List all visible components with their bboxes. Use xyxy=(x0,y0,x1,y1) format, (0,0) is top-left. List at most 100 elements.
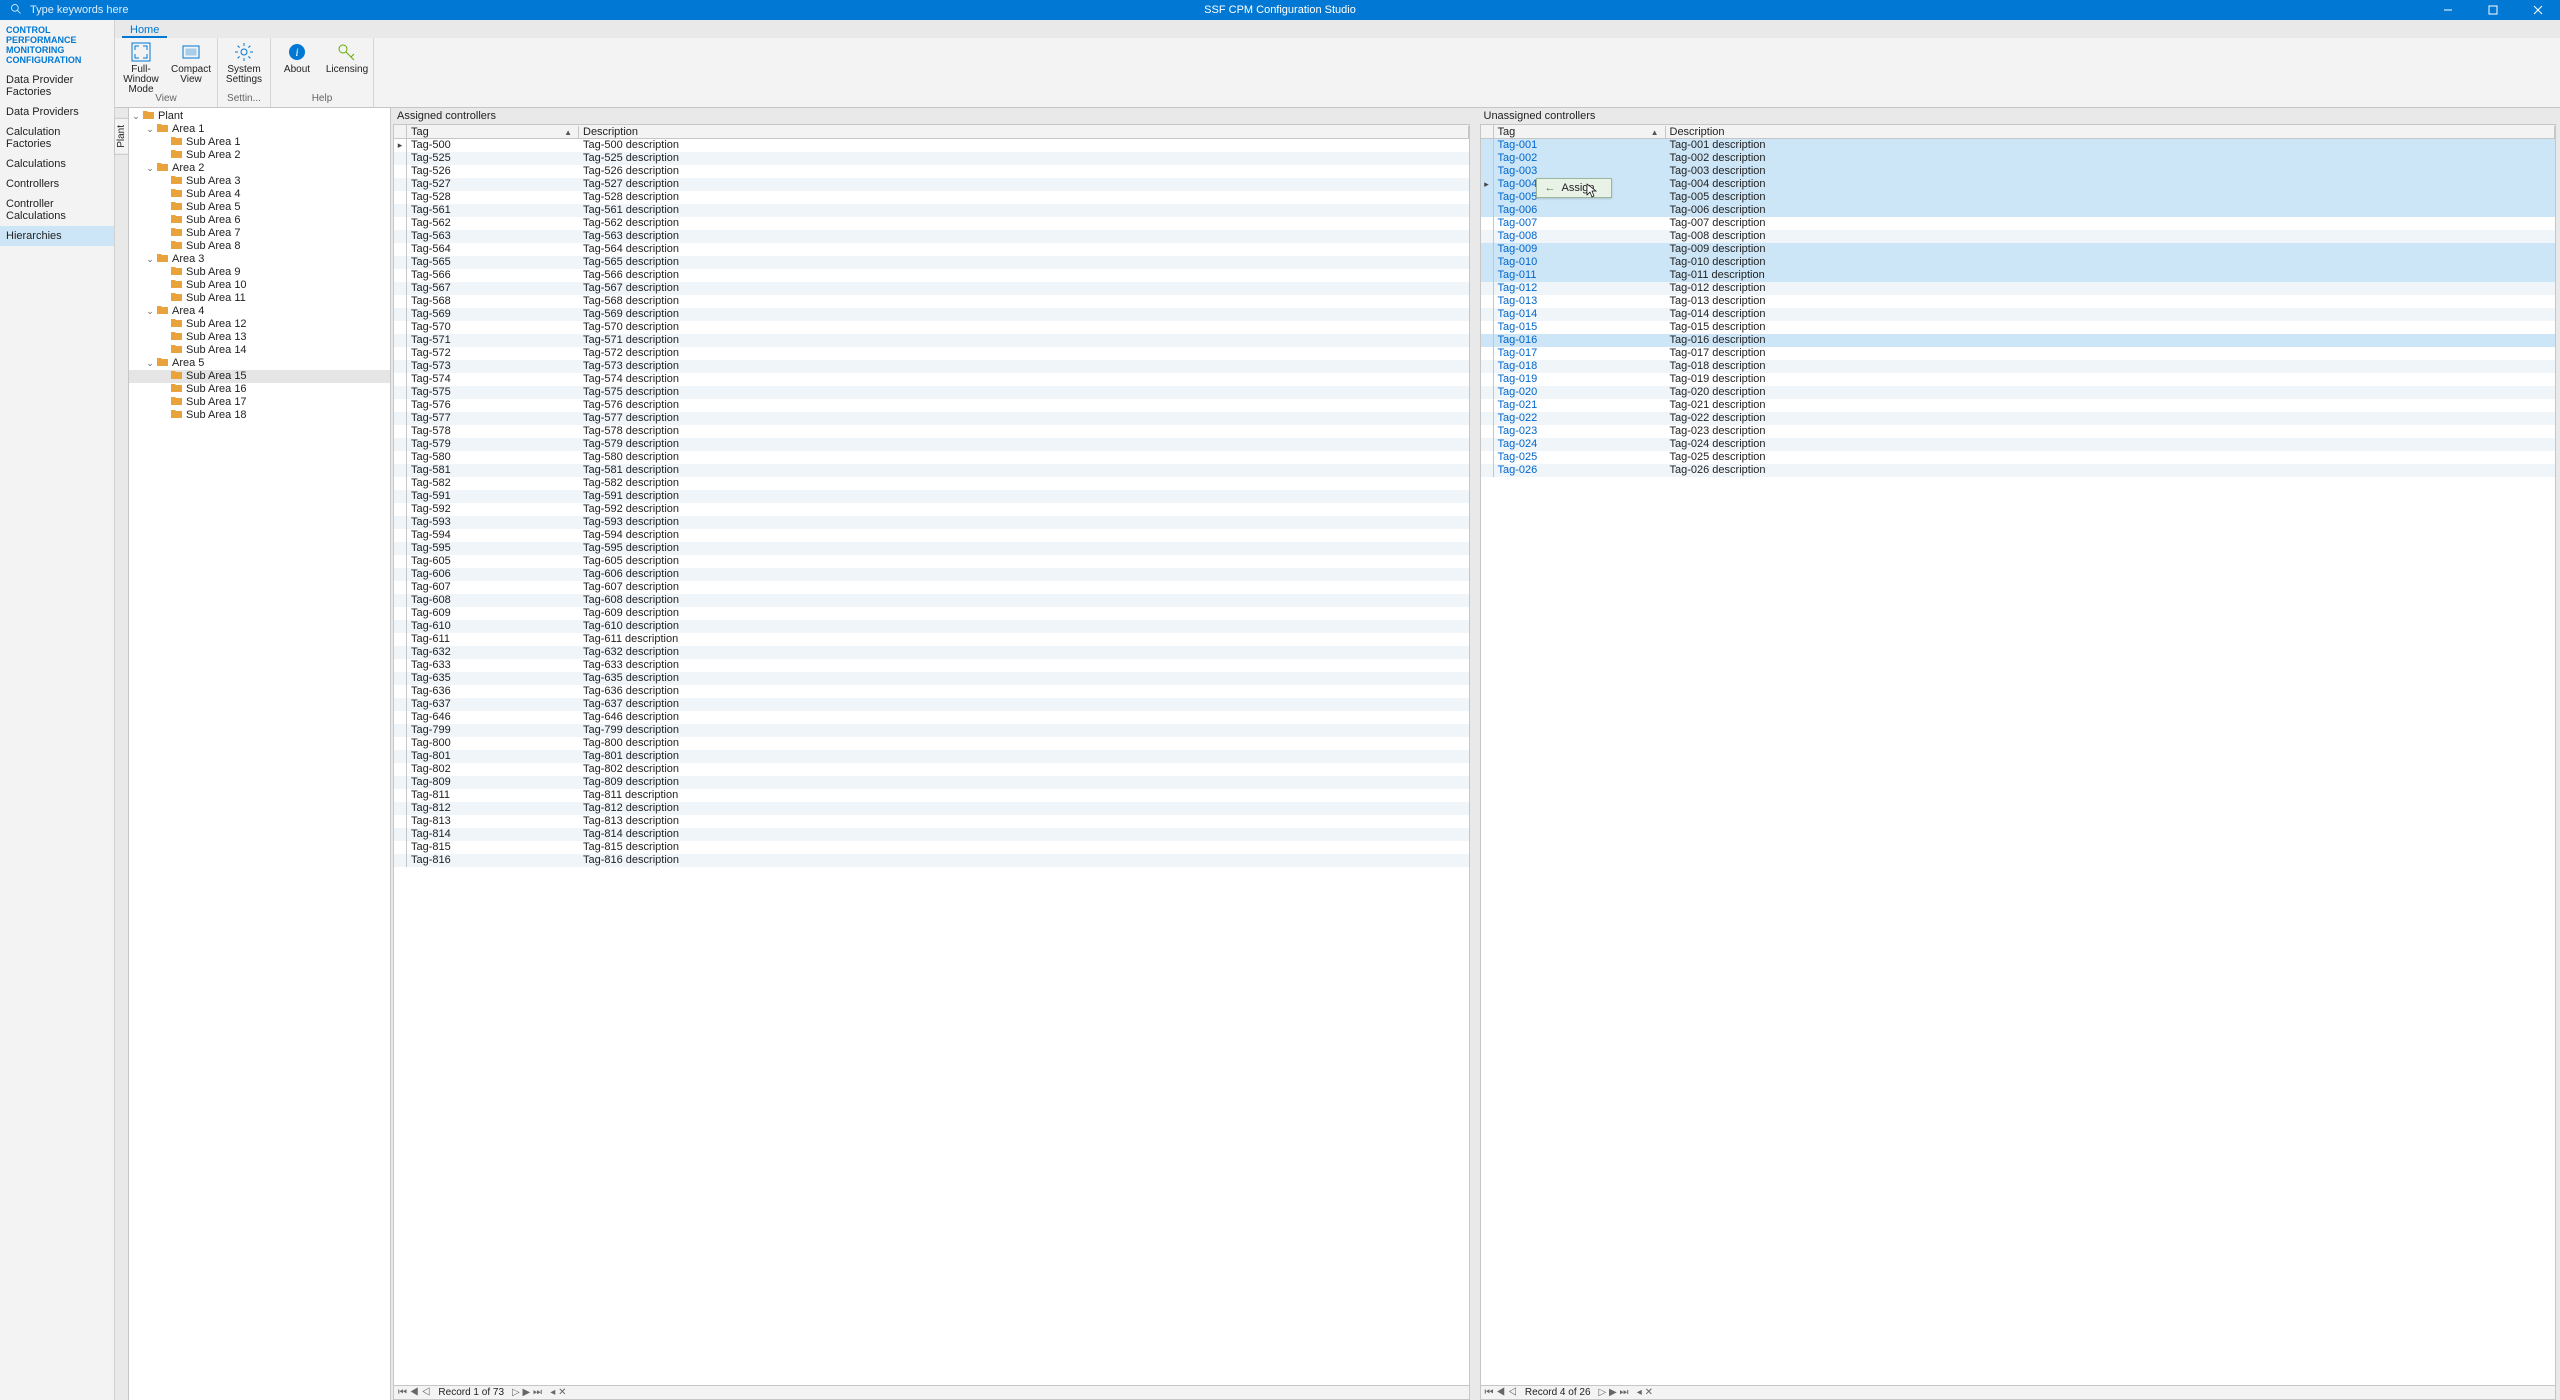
table-row[interactable]: Tag-527Tag-527 description xyxy=(394,178,1469,191)
table-row[interactable]: Tag-607Tag-607 description xyxy=(394,581,1469,594)
table-row[interactable]: Tag-567Tag-567 description xyxy=(394,282,1469,295)
table-row[interactable]: Tag-565Tag-565 description xyxy=(394,256,1469,269)
row-selector[interactable] xyxy=(394,672,407,685)
row-selector[interactable] xyxy=(394,724,407,737)
row-selector[interactable] xyxy=(394,633,407,646)
table-row[interactable]: Tag-637Tag-637 description xyxy=(394,698,1469,711)
row-selector[interactable] xyxy=(394,282,407,295)
row-selector[interactable] xyxy=(1481,139,1494,152)
tree-node[interactable]: Sub Area 2 xyxy=(129,149,390,162)
table-row[interactable]: Tag-635Tag-635 description xyxy=(394,672,1469,685)
tree-node[interactable]: Sub Area 5 xyxy=(129,201,390,214)
system-settings-button[interactable]: System Settings xyxy=(224,41,264,85)
table-row[interactable]: Tag-561Tag-561 description xyxy=(394,204,1469,217)
col-header-description[interactable]: Description xyxy=(579,126,1469,138)
row-selector[interactable] xyxy=(394,490,407,503)
table-row[interactable]: Tag-023Tag-023 description xyxy=(1481,425,2556,438)
grid-nav-icons[interactable]: ▷ ▶ ⏭ ◂ ✕ xyxy=(1599,1387,1653,1398)
row-selector[interactable] xyxy=(394,230,407,243)
row-selector[interactable] xyxy=(1481,464,1494,477)
row-selector[interactable] xyxy=(394,659,407,672)
row-selector[interactable] xyxy=(1481,412,1494,425)
tree-node[interactable]: ⌄Area 4 xyxy=(129,305,390,318)
table-row[interactable]: Tag-811Tag-811 description xyxy=(394,789,1469,802)
table-row[interactable]: Tag-572Tag-572 description xyxy=(394,347,1469,360)
row-selector[interactable] xyxy=(394,698,407,711)
row-selector[interactable] xyxy=(394,269,407,282)
table-row[interactable]: Tag-564Tag-564 description xyxy=(394,243,1469,256)
row-selector[interactable] xyxy=(1481,282,1494,295)
table-row[interactable]: Tag-566Tag-566 description xyxy=(394,269,1469,282)
tree-node[interactable]: ⌄Area 3 xyxy=(129,253,390,266)
table-row[interactable]: Tag-815Tag-815 description xyxy=(394,841,1469,854)
licensing-button[interactable]: Licensing xyxy=(327,41,367,75)
table-row[interactable]: Tag-526Tag-526 description xyxy=(394,165,1469,178)
row-selector[interactable] xyxy=(394,815,407,828)
maximize-button[interactable] xyxy=(2470,0,2515,20)
table-row[interactable]: Tag-025Tag-025 description xyxy=(1481,451,2556,464)
row-selector[interactable] xyxy=(394,451,407,464)
table-row[interactable]: Tag-801Tag-801 description xyxy=(394,750,1469,763)
table-row[interactable]: Tag-576Tag-576 description xyxy=(394,399,1469,412)
row-selector[interactable] xyxy=(1481,321,1494,334)
table-row[interactable]: Tag-012Tag-012 description xyxy=(1481,282,2556,295)
row-selector[interactable] xyxy=(394,685,407,698)
table-row[interactable]: Tag-011Tag-011 description xyxy=(1481,269,2556,282)
row-selector[interactable] xyxy=(394,802,407,815)
table-row[interactable]: Tag-814Tag-814 description xyxy=(394,828,1469,841)
row-selector[interactable] xyxy=(1481,230,1494,243)
nav-item[interactable]: Calculations xyxy=(0,154,114,174)
col-header-tag[interactable]: Tag▲ xyxy=(407,126,579,138)
table-row[interactable]: Tag-004Tag-004 description xyxy=(1481,178,2556,191)
table-row[interactable]: Tag-591Tag-591 description xyxy=(394,490,1469,503)
tree-node[interactable]: Sub Area 13 xyxy=(129,331,390,344)
col-header-tag[interactable]: Tag▲ xyxy=(1494,126,1666,138)
table-row[interactable]: Tag-024Tag-024 description xyxy=(1481,438,2556,451)
row-selector[interactable] xyxy=(1481,165,1494,178)
tree-node[interactable]: Sub Area 16 xyxy=(129,383,390,396)
tree-node[interactable]: ⌄Area 5 xyxy=(129,357,390,370)
row-selector[interactable] xyxy=(1481,451,1494,464)
row-selector[interactable] xyxy=(394,737,407,750)
row-selector[interactable] xyxy=(394,763,407,776)
table-row[interactable]: Tag-571Tag-571 description xyxy=(394,334,1469,347)
table-row[interactable]: Tag-014Tag-014 description xyxy=(1481,308,2556,321)
row-selector[interactable] xyxy=(1481,334,1494,347)
table-row[interactable]: Tag-809Tag-809 description xyxy=(394,776,1469,789)
row-selector[interactable] xyxy=(1481,243,1494,256)
table-row[interactable]: Tag-010Tag-010 description xyxy=(1481,256,2556,269)
table-row[interactable]: Tag-020Tag-020 description xyxy=(1481,386,2556,399)
table-row[interactable]: Tag-580Tag-580 description xyxy=(394,451,1469,464)
row-selector[interactable] xyxy=(394,373,407,386)
table-row[interactable]: Tag-574Tag-574 description xyxy=(394,373,1469,386)
table-row[interactable]: Tag-007Tag-007 description xyxy=(1481,217,2556,230)
nav-item[interactable]: Data Provider Factories xyxy=(0,70,114,102)
row-selector[interactable] xyxy=(394,620,407,633)
row-selector[interactable] xyxy=(1481,425,1494,438)
table-row[interactable]: Tag-611Tag-611 description xyxy=(394,633,1469,646)
row-selector[interactable] xyxy=(394,581,407,594)
table-row[interactable]: Tag-592Tag-592 description xyxy=(394,503,1469,516)
table-row[interactable]: Tag-636Tag-636 description xyxy=(394,685,1469,698)
tree-node[interactable]: Sub Area 10 xyxy=(129,279,390,292)
assign-button[interactable]: ← Assign xyxy=(1536,178,1612,198)
row-selector[interactable] xyxy=(1481,152,1494,165)
about-button[interactable]: i About xyxy=(277,41,317,75)
table-row[interactable]: Tag-609Tag-609 description xyxy=(394,607,1469,620)
table-row[interactable]: Tag-021Tag-021 description xyxy=(1481,399,2556,412)
row-selector[interactable] xyxy=(394,191,407,204)
row-selector[interactable] xyxy=(394,399,407,412)
table-row[interactable]: Tag-022Tag-022 description xyxy=(1481,412,2556,425)
row-selector[interactable] xyxy=(1481,178,1494,191)
table-row[interactable]: Tag-606Tag-606 description xyxy=(394,568,1469,581)
nav-item[interactable]: Controllers xyxy=(0,174,114,194)
tree-node[interactable]: ⌄Area 2 xyxy=(129,162,390,175)
table-row[interactable]: Tag-593Tag-593 description xyxy=(394,516,1469,529)
row-selector[interactable] xyxy=(394,139,407,152)
row-selector[interactable] xyxy=(394,503,407,516)
tab-home[interactable]: Home xyxy=(122,22,167,38)
tree-node[interactable]: Sub Area 18 xyxy=(129,409,390,422)
row-selector[interactable] xyxy=(394,360,407,373)
nav-item[interactable]: Calculation Factories xyxy=(0,122,114,154)
row-selector[interactable] xyxy=(394,412,407,425)
